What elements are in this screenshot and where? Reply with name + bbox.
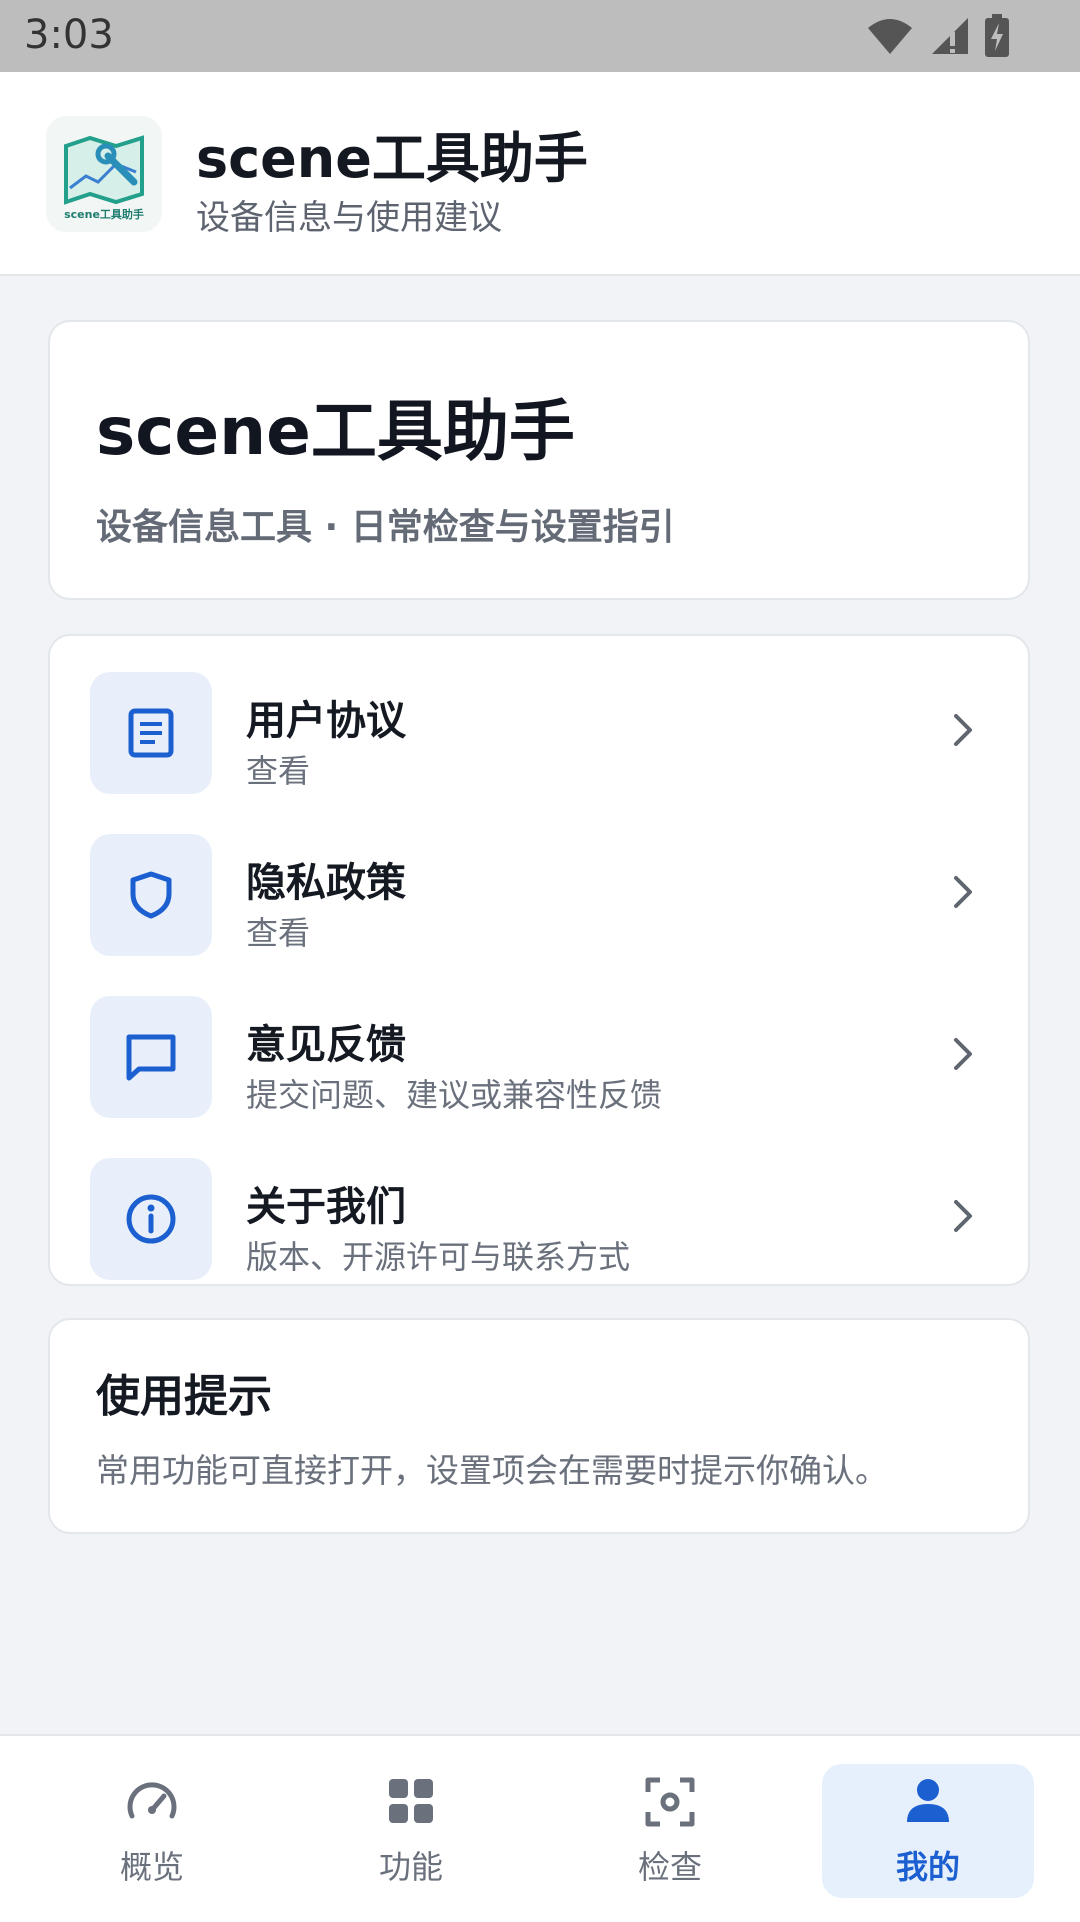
nav-tab-overview[interactable]: 概览 bbox=[46, 1764, 258, 1898]
nav-label: 我的 bbox=[895, 1848, 960, 1886]
settings-menu-card: 用户协议 查看 隐私政策 查看 意见反馈 提交问题、建议或兼容性反馈 关于我们 … bbox=[48, 634, 1030, 1286]
shield-icon bbox=[130, 871, 172, 919]
scan-icon bbox=[645, 1777, 695, 1827]
menu-item-subtitle: 查看 bbox=[246, 752, 311, 790]
menu-icon-box bbox=[90, 834, 212, 956]
menu-item-title: 隐私政策 bbox=[246, 860, 406, 906]
usage-tip-card: 使用提示 常用功能可直接打开，设置项会在需要时提示你确认。 bbox=[48, 1318, 1030, 1534]
status-bar: 3:03 bbox=[0, 0, 1080, 72]
bottom-nav: 概览 功能 检查 我的 bbox=[0, 1734, 1080, 1922]
battery-icon bbox=[985, 14, 1009, 57]
menu-icon-box bbox=[90, 672, 212, 794]
hero-subtitle: 设备信息工具 · 日常检查与设置指引 bbox=[96, 507, 675, 548]
menu-item-feedback[interactable]: 意见反馈 提交问题、建议或兼容性反馈 bbox=[50, 976, 1028, 1138]
menu-item-about-us[interactable]: 关于我们 版本、开源许可与联系方式 bbox=[50, 1138, 1028, 1300]
app-title: scene工具助手 bbox=[196, 127, 588, 190]
nav-tab-mine[interactable]: 我的 bbox=[822, 1764, 1034, 1898]
grid-icon bbox=[389, 1779, 433, 1823]
info-icon bbox=[126, 1194, 176, 1244]
chevron-right-icon bbox=[954, 876, 972, 908]
nav-label: 检查 bbox=[637, 1848, 702, 1886]
hero-title: scene工具助手 bbox=[96, 393, 575, 470]
hero-card: scene工具助手 设备信息工具 · 日常检查与设置指引 bbox=[48, 320, 1030, 600]
menu-icon-box bbox=[90, 1158, 212, 1280]
menu-item-title: 关于我们 bbox=[246, 1184, 406, 1230]
nav-tab-check[interactable]: 检查 bbox=[564, 1764, 776, 1898]
tip-title: 使用提示 bbox=[96, 1371, 272, 1422]
menu-icon-box bbox=[90, 996, 212, 1118]
document-icon bbox=[128, 708, 174, 758]
nav-label: 功能 bbox=[378, 1848, 443, 1886]
nav-label: 概览 bbox=[119, 1848, 184, 1886]
menu-item-subtitle: 提交问题、建议或兼容性反馈 bbox=[246, 1076, 663, 1114]
menu-item-user-agreement[interactable]: 用户协议 查看 bbox=[50, 652, 1028, 814]
wifi-icon bbox=[868, 19, 912, 54]
app-logo: scene工具助手 bbox=[46, 116, 162, 232]
person-icon bbox=[907, 1779, 949, 1822]
status-icons bbox=[866, 14, 1010, 58]
menu-item-privacy-policy[interactable]: 隐私政策 查看 bbox=[50, 814, 1028, 976]
menu-item-subtitle: 版本、开源许可与联系方式 bbox=[246, 1238, 631, 1276]
menu-item-title: 意见反馈 bbox=[246, 1022, 406, 1068]
menu-item-subtitle: 查看 bbox=[246, 914, 311, 952]
app-subtitle: 设备信息与使用建议 bbox=[196, 198, 502, 238]
nav-tab-features[interactable]: 功能 bbox=[305, 1764, 517, 1898]
chevron-right-icon bbox=[954, 1200, 972, 1232]
tip-text: 常用功能可直接打开，设置项会在需要时提示你确认。 bbox=[96, 1451, 888, 1490]
gauge-icon bbox=[127, 1782, 177, 1819]
logo-text: scene工具助手 bbox=[64, 208, 144, 221]
app-header: scene工具助手 scene工具助手 设备信息与使用建议 bbox=[0, 72, 1080, 276]
status-time: 3:03 bbox=[24, 12, 114, 58]
chat-icon bbox=[126, 1034, 176, 1081]
signal-icon bbox=[932, 18, 968, 54]
chevron-right-icon bbox=[954, 1038, 972, 1070]
menu-item-title: 用户协议 bbox=[246, 698, 406, 744]
chevron-right-icon bbox=[954, 714, 972, 746]
